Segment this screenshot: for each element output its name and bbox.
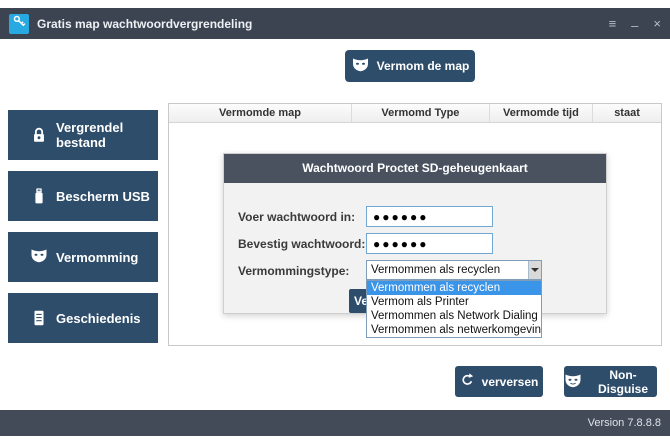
sidebar-item-lock-file[interactable]: Vergrendel bestand (8, 110, 158, 160)
dialog-title: Wachtwoord Proctet SD-geheugenkaart (224, 154, 606, 183)
sidebar-item-label: Bescherm USB (56, 189, 150, 204)
disguise-type-select[interactable]: Vermommen als recyclen (366, 260, 542, 280)
sidebar-item-label: Geschiedenis (56, 311, 141, 326)
enter-password-field[interactable] (366, 206, 493, 227)
close-icon[interactable]: × (653, 17, 661, 30)
sidebar-item-history[interactable]: Geschiedenis (8, 293, 158, 343)
disguise-type-selected-value: Vermommen als recyclen (367, 264, 528, 276)
app-window: Gratis map wachtwoordvergrendeling ≡ – ×… (0, 0, 670, 447)
titlebar: Gratis map wachtwoordvergrendeling ≡ – × (0, 8, 670, 39)
version-label: Version 7.8.8.8 (588, 417, 661, 429)
refresh-label: verversen (482, 375, 539, 389)
mask-icon (351, 57, 370, 75)
table-header-row: Vermomde map Vermomd Type Vermomde tijd … (169, 104, 661, 123)
column-header-disguised-time[interactable]: Vermomde tijd (489, 104, 592, 122)
history-icon (30, 309, 48, 327)
confirm-password-field[interactable] (366, 233, 493, 254)
key-icon (12, 14, 27, 34)
statusbar: Version 7.8.8.8 (0, 410, 670, 436)
dropdown-option[interactable]: Vermommen als Network Dialing (367, 309, 541, 323)
column-header-state[interactable]: staat (592, 104, 661, 122)
password-dialog: Wachtwoord Proctet SD-geheugenkaart Voer… (223, 153, 607, 314)
enter-password-row: Voer wachtwoord in: (238, 206, 355, 227)
mask-icon (564, 373, 582, 391)
lock-icon (30, 126, 48, 144)
usb-icon (30, 187, 48, 205)
minimize-icon[interactable]: – (631, 19, 638, 32)
column-header-disguised-type[interactable]: Vermomd Type (351, 104, 489, 122)
dropdown-option[interactable]: Vermommen als recyclen (367, 281, 541, 295)
dropdown-option[interactable]: Vermom als Printer (367, 295, 541, 309)
disguise-type-dropdown-list: Vermommen als recyclen Vermom als Printe… (366, 280, 542, 338)
confirm-password-row: Bevestig wachtwoord: (238, 233, 365, 254)
sidebar-item-label: Vermomming (56, 250, 138, 265)
chevron-down-icon[interactable] (528, 261, 541, 279)
non-disguise-label: Non-Disguise (589, 368, 657, 396)
column-header-disguised-folder[interactable]: Vermomde map (169, 104, 351, 122)
disguise-map-label: Vermom de map (377, 59, 470, 73)
disguise-type-row: Vermommingstype: (238, 260, 349, 281)
sidebar-item-disguise[interactable]: Vermomming (8, 232, 158, 282)
app-logo (9, 14, 29, 34)
confirm-password-label: Bevestig wachtwoord: (238, 237, 365, 251)
sidebar-item-label: Vergrendel bestand (56, 120, 158, 150)
window-title: Gratis map wachtwoordvergrendeling (37, 17, 252, 31)
menu-icon[interactable]: ≡ (609, 17, 617, 30)
refresh-button[interactable]: verversen (455, 366, 543, 397)
enter-password-label: Voer wachtwoord in: (238, 210, 355, 224)
disguise-map-button[interactable]: Vermom de map (345, 50, 475, 82)
mask-icon (30, 248, 48, 266)
refresh-icon (460, 373, 475, 391)
non-disguise-button[interactable]: Non-Disguise (564, 366, 657, 397)
disguise-type-label: Vermommingstype: (238, 264, 349, 278)
dropdown-option[interactable]: Vermommen als netwerkomgeving (367, 323, 541, 337)
sidebar-item-protect-usb[interactable]: Bescherm USB (8, 171, 158, 221)
